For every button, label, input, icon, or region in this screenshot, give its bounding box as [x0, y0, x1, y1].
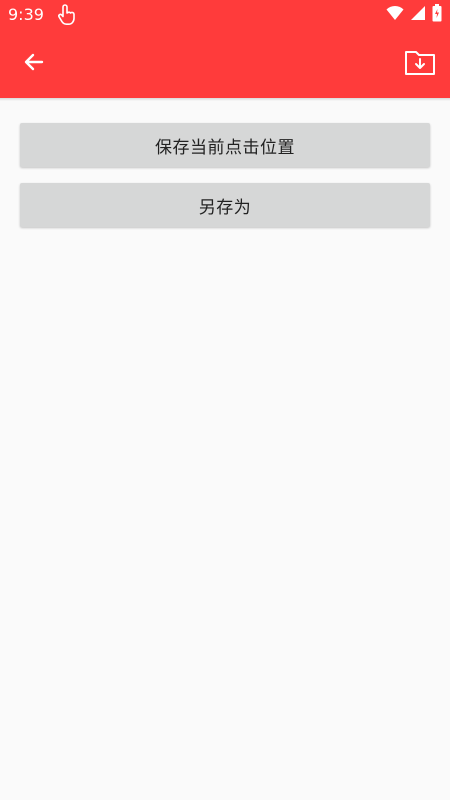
arrow-left-icon: [22, 50, 46, 78]
touch-hand-icon: [56, 4, 76, 26]
back-button[interactable]: [14, 44, 54, 84]
save-to-folder-button[interactable]: [400, 44, 440, 84]
screen: 9:39 保存当前点击位置 另存为: [0, 0, 450, 800]
battery-icon: [432, 4, 442, 26]
signal-icon: [410, 5, 426, 25]
status-icons: [386, 4, 442, 26]
save-current-position-button[interactable]: 保存当前点击位置: [20, 123, 430, 167]
app-bar: [0, 30, 450, 98]
save-as-label: 另存为: [198, 197, 252, 218]
app-bar-shadow: [0, 98, 450, 101]
save-current-position-label: 保存当前点击位置: [155, 137, 295, 158]
status-time: 9:39: [8, 5, 44, 24]
folder-download-icon: [404, 48, 436, 80]
save-as-button[interactable]: 另存为: [20, 183, 430, 227]
wifi-icon: [386, 5, 404, 25]
status-bar: 9:39: [0, 0, 450, 30]
